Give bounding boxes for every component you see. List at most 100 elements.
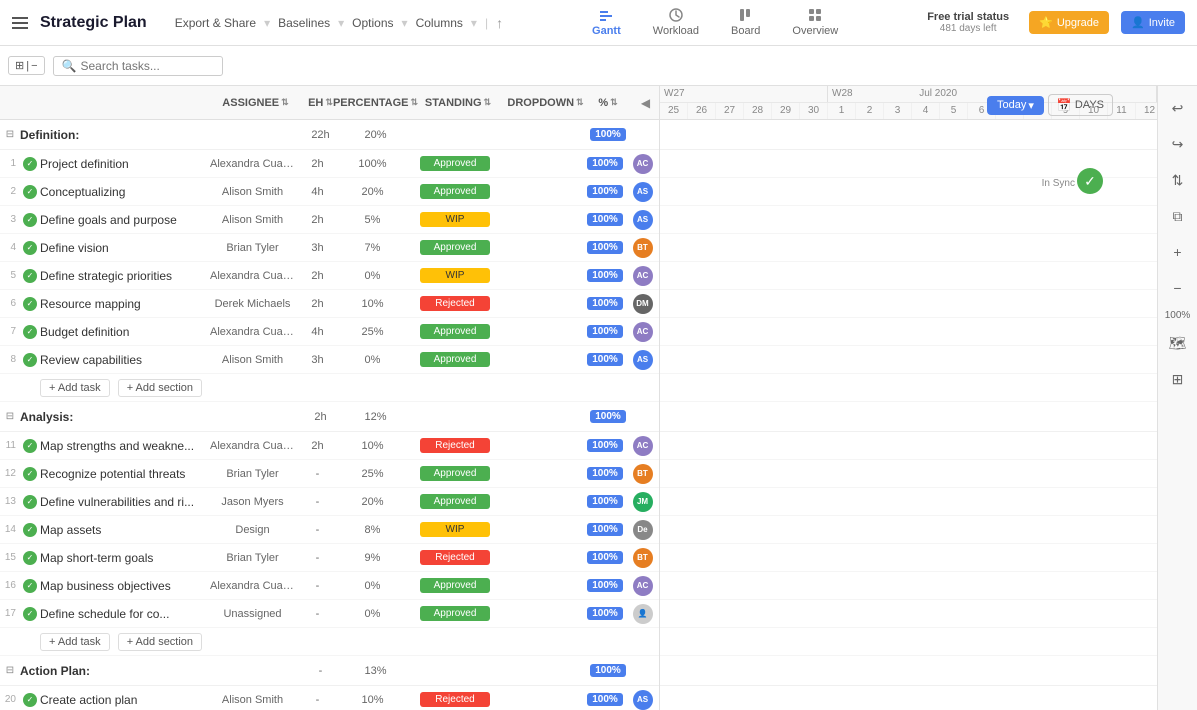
task-standing[interactable]: Approved [405, 466, 505, 481]
task-standing[interactable]: Rejected [405, 550, 505, 565]
task-name[interactable]: Review capabilities [40, 353, 210, 367]
task-badge: 100% [580, 185, 630, 198]
days-button[interactable]: 📅 DAYS [1048, 94, 1113, 116]
tab-board[interactable]: Board [715, 3, 776, 43]
standing-badge: Approved [420, 606, 490, 621]
task-name[interactable]: Define vision [40, 241, 210, 255]
col-badge-header[interactable]: % ⇅ [583, 97, 633, 109]
gantt-day-30: 30 [800, 103, 828, 119]
task-check[interactable]: ✓ [20, 353, 40, 367]
add-task-button[interactable]: + Add task [40, 633, 110, 651]
task-check[interactable]: ✓ [20, 579, 40, 593]
task-check[interactable]: ✓ [20, 551, 40, 565]
sidebar-redo-icon[interactable]: ↪ [1164, 130, 1192, 158]
check-circle-icon: ✓ [23, 523, 37, 537]
task-name[interactable]: Define vulnerabilities and ri... [40, 495, 210, 509]
task-check[interactable]: ✓ [20, 213, 40, 227]
task-name[interactable]: Define goals and purpose [40, 213, 210, 227]
section-toggle-action_plan[interactable]: ⊟ [0, 665, 20, 676]
task-standing[interactable]: Approved [405, 156, 505, 171]
tab-workload[interactable]: Workload [637, 3, 715, 43]
task-standing[interactable]: Rejected [405, 296, 505, 311]
add-column-button[interactable]: ⊞|− [8, 56, 45, 75]
task-check[interactable]: ✓ [20, 185, 40, 199]
task-name[interactable]: Map short-term goals [40, 551, 210, 565]
invite-button[interactable]: 👤Invite [1121, 11, 1185, 34]
task-check[interactable]: ✓ [20, 693, 40, 707]
task-standing[interactable]: WIP [405, 522, 505, 537]
sidebar-zoom-out-icon[interactable]: − [1164, 274, 1192, 302]
sidebar-zoom-in-icon[interactable]: + [1164, 238, 1192, 266]
task-standing[interactable]: Approved [405, 184, 505, 199]
task-number: 13 [0, 496, 20, 507]
tab-overview[interactable]: Overview [776, 3, 854, 43]
task-check[interactable]: ✓ [20, 439, 40, 453]
add-section-button[interactable]: + Add section [118, 633, 202, 651]
task-name[interactable]: Map business objectives [40, 579, 210, 593]
section-badge-definition: 100% [590, 128, 626, 141]
task-name[interactable]: Map strengths and weakne... [40, 439, 210, 453]
task-check[interactable]: ✓ [20, 269, 40, 283]
add-section-button[interactable]: + Add section [118, 379, 202, 397]
col-nav-icon[interactable]: ◀ [633, 96, 658, 110]
task-check[interactable]: ✓ [20, 241, 40, 255]
task-check[interactable]: ✓ [20, 495, 40, 509]
tab-gantt[interactable]: Gantt [576, 3, 637, 43]
task-number: 14 [0, 524, 20, 535]
task-name[interactable]: Project definition [40, 157, 210, 171]
add-task-button[interactable]: + Add task [40, 379, 110, 397]
task-badge-value: 100% [587, 325, 623, 338]
task-check[interactable]: ✓ [20, 157, 40, 171]
col-standing-header[interactable]: STANDING ⇅ [408, 97, 508, 109]
sidebar-undo-icon[interactable]: ↩ [1164, 94, 1192, 122]
col-assignee-header[interactable]: ASSIGNEE ⇅ [213, 97, 298, 109]
task-name[interactable]: Conceptualizing [40, 185, 210, 199]
check-circle-icon: ✓ [23, 353, 37, 367]
task-standing[interactable]: Approved [405, 494, 505, 509]
task-standing[interactable]: Rejected [405, 438, 505, 453]
task-standing[interactable]: Approved [405, 240, 505, 255]
task-name[interactable]: Recognize potential threats [40, 467, 210, 481]
task-name[interactable]: Define schedule for co... [40, 607, 210, 621]
task-check[interactable]: ✓ [20, 607, 40, 621]
col-dropdown-header[interactable]: DROPDOWN ⇅ [508, 97, 583, 109]
task-check[interactable]: ✓ [20, 523, 40, 537]
task-standing[interactable]: Rejected [405, 692, 505, 707]
sidebar-grid-icon[interactable]: ⊞ [1164, 365, 1192, 393]
sidebar-arrows-icon[interactable]: ⇅ [1164, 166, 1192, 194]
task-row: 11 ✓ Map strengths and weakne... Alexand… [0, 432, 659, 460]
col-pct-header[interactable]: PERCENTAGE ⇅ [343, 97, 408, 109]
task-standing[interactable]: Approved [405, 606, 505, 621]
task-name[interactable]: Budget definition [40, 325, 210, 339]
upgrade-button[interactable]: ⭐Upgrade [1029, 11, 1109, 34]
task-assignee: Design [210, 524, 295, 536]
export-share-button[interactable]: Export & Share [175, 16, 256, 30]
task-check[interactable]: ✓ [20, 297, 40, 311]
task-standing[interactable]: Approved [405, 352, 505, 367]
options-button[interactable]: Options [352, 16, 393, 30]
section-toggle-analysis[interactable]: ⊟ [0, 411, 20, 422]
task-standing[interactable]: WIP [405, 212, 505, 227]
task-name[interactable]: Define strategic priorities [40, 269, 210, 283]
today-button[interactable]: Today ▾ [987, 96, 1044, 115]
sidebar-map-icon[interactable]: 🗺 [1164, 329, 1192, 357]
search-box[interactable]: 🔍 [53, 56, 223, 76]
hamburger-menu[interactable] [12, 17, 28, 29]
section-name-analysis: Analysis: [20, 410, 213, 424]
task-check[interactable]: ✓ [20, 467, 40, 481]
task-standing[interactable]: Approved [405, 324, 505, 339]
task-standing[interactable]: Approved [405, 578, 505, 593]
task-standing[interactable]: WIP [405, 268, 505, 283]
task-name[interactable]: Map assets [40, 523, 210, 537]
task-name[interactable]: Create action plan [40, 693, 210, 707]
task-number: 3 [0, 214, 20, 225]
task-pct: 20% [340, 186, 405, 198]
task-name[interactable]: Resource mapping [40, 297, 210, 311]
task-check[interactable]: ✓ [20, 325, 40, 339]
section-toggle-definition[interactable]: ⊟ [0, 129, 20, 140]
baselines-button[interactable]: Baselines [278, 16, 330, 30]
task-eh: 3h [295, 242, 340, 254]
sidebar-copy-icon[interactable]: ⧉ [1164, 202, 1192, 230]
search-input[interactable] [80, 59, 210, 73]
columns-button[interactable]: Columns [416, 16, 463, 30]
